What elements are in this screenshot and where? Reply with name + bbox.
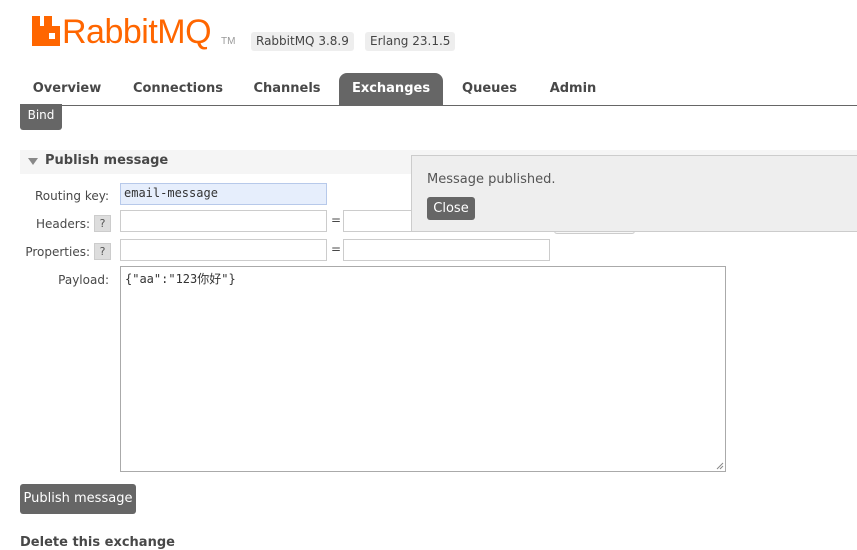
resize-grip-icon[interactable] [716,462,724,470]
tab-exchanges[interactable]: Exchanges [339,73,443,105]
routing-key-input[interactable]: email-message [120,183,327,205]
routing-key-label: Routing key: [35,189,109,203]
toast-message: Message published. [427,172,556,187]
tab-admin[interactable]: Admin [540,73,606,105]
next-section-title: Delete this exchange [20,535,175,550]
rabbit-logo-icon [32,16,60,46]
header-value-input[interactable] [343,210,413,232]
bind-button[interactable]: Bind [20,104,62,130]
delete-exchange-section-header[interactable]: Delete this exchange [20,535,175,550]
message-published-toast: Message published. Close [411,155,857,232]
headers-help-icon[interactable]: ? [94,215,111,232]
section-title: Publish message [45,153,169,168]
tab-overview[interactable]: Overview [20,73,114,105]
main-nav: Overview Connections Channels Exchanges … [20,73,857,106]
tab-connections[interactable]: Connections [123,73,233,105]
equals-sign: = [331,242,342,256]
payload-label: Payload: [58,273,109,287]
properties-label: Properties: [25,245,90,259]
tab-queues[interactable]: Queues [452,73,527,105]
erlang-version-badge: Erlang 23.1.5 [365,32,456,51]
collapse-triangle-icon [28,158,38,165]
rabbitmq-version-badge: RabbitMQ 3.8.9 [251,32,354,51]
property-key-input[interactable] [120,239,327,261]
payload-textarea[interactable]: {"aa":"123你好"} [120,266,726,472]
equals-sign: = [331,213,342,227]
logo-wordmark: RabbitMQ [62,13,212,51]
header-key-input[interactable] [120,210,327,232]
headers-label: Headers: [36,217,90,231]
close-button[interactable]: Close [427,197,475,220]
logo-trademark: TM [221,36,236,47]
publish-message-button[interactable]: Publish message [20,484,136,514]
tab-channels[interactable]: Channels [243,73,331,105]
property-value-input[interactable] [343,239,550,261]
payload-text: {"aa":"123你好"} [125,272,236,286]
properties-help-icon[interactable]: ? [94,243,111,260]
